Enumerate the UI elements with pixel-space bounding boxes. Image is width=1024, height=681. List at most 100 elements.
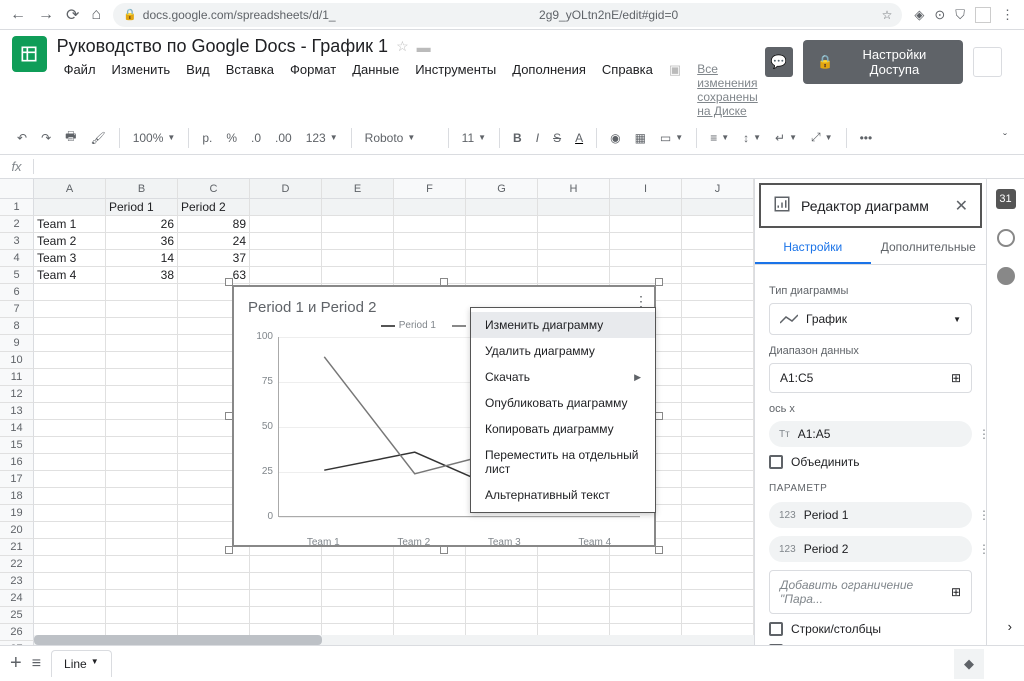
cell[interactable] <box>394 573 466 590</box>
toolbar-more[interactable]: ••• <box>855 127 878 149</box>
cell[interactable] <box>106 403 178 420</box>
cell[interactable] <box>106 454 178 471</box>
cell[interactable]: 24 <box>178 233 250 250</box>
ctx-item[interactable]: Изменить диаграмму <box>471 312 655 338</box>
calendar-icon[interactable]: 31 <box>996 189 1016 209</box>
row-header[interactable]: 14 <box>0 420 34 437</box>
star-doc-icon[interactable]: ☆ <box>396 38 409 55</box>
print-icon[interactable]: 🖶 <box>60 123 81 152</box>
row-header[interactable]: 3 <box>0 233 34 250</box>
cell[interactable] <box>34 284 106 301</box>
cell[interactable] <box>250 267 322 284</box>
cell[interactable] <box>466 250 538 267</box>
menu-addons[interactable]: Дополнения <box>505 59 593 121</box>
cell[interactable] <box>34 386 106 403</box>
cell[interactable] <box>322 250 394 267</box>
cell[interactable] <box>682 284 754 301</box>
col-header[interactable]: I <box>610 179 682 199</box>
font-select[interactable]: Roboto▼ <box>360 128 440 148</box>
cell[interactable] <box>106 471 178 488</box>
back-icon[interactable]: ← <box>10 6 26 24</box>
cell[interactable] <box>394 607 466 624</box>
row-header[interactable]: 5 <box>0 267 34 284</box>
cell[interactable] <box>106 590 178 607</box>
cell[interactable] <box>34 607 106 624</box>
cell[interactable] <box>682 471 754 488</box>
col-header[interactable]: G <box>466 179 538 199</box>
doc-title[interactable]: Руководство по Google Docs - График 1 <box>57 36 389 57</box>
cell[interactable] <box>682 250 754 267</box>
star-icon[interactable]: ☆ <box>882 8 893 22</box>
show-side-panel-icon[interactable]: › <box>1008 619 1012 634</box>
cell[interactable] <box>322 233 394 250</box>
cell[interactable] <box>106 437 178 454</box>
col-header[interactable]: J <box>682 179 754 199</box>
cell[interactable] <box>322 607 394 624</box>
row-header[interactable]: 12 <box>0 386 34 403</box>
cell[interactable] <box>538 556 610 573</box>
cell[interactable]: 37 <box>178 250 250 267</box>
chip-menu-icon[interactable]: ⋮ <box>978 542 986 556</box>
cell[interactable] <box>250 250 322 267</box>
cell[interactable] <box>106 369 178 386</box>
numfmt-select[interactable]: 123▼ <box>301 128 343 148</box>
data-range-input[interactable]: A1:C5 ⊞ <box>769 363 972 393</box>
col-header[interactable]: H <box>538 179 610 199</box>
cell[interactable] <box>250 233 322 250</box>
series-1-chip[interactable]: 123 Period 1 ⋮ <box>769 502 972 528</box>
cell[interactable] <box>466 216 538 233</box>
merge-icon[interactable]: ▭▼ <box>655 128 688 148</box>
zoom-select[interactable]: 100%▼ <box>128 128 181 148</box>
cell[interactable] <box>34 318 106 335</box>
cell[interactable] <box>34 505 106 522</box>
cell[interactable] <box>610 250 682 267</box>
cell[interactable] <box>106 539 178 556</box>
cell[interactable] <box>34 488 106 505</box>
row-header[interactable]: 20 <box>0 522 34 539</box>
close-icon[interactable]: ✕ <box>955 196 968 216</box>
tab-setup[interactable]: Настройки <box>755 232 871 264</box>
chart-type-select[interactable]: График ▼ <box>769 303 972 335</box>
cell[interactable] <box>682 437 754 454</box>
saved-label[interactable]: Все изменения сохранены на Диске <box>690 59 765 121</box>
col-header[interactable]: D <box>250 179 322 199</box>
cell[interactable] <box>34 556 106 573</box>
cell[interactable] <box>34 573 106 590</box>
cell[interactable] <box>106 607 178 624</box>
chip-menu-icon[interactable]: ⋮ <box>978 427 986 441</box>
cell[interactable] <box>250 590 322 607</box>
menu-insert[interactable]: Вставка <box>219 59 281 121</box>
undo-icon[interactable]: ↶ <box>12 127 32 149</box>
cell[interactable] <box>466 573 538 590</box>
row-header[interactable]: 11 <box>0 369 34 386</box>
ctx-item[interactable]: Удалить диаграмму <box>471 338 655 364</box>
menu-data[interactable]: Данные <box>345 59 406 121</box>
cell[interactable] <box>610 216 682 233</box>
redo-icon[interactable]: ↷ <box>36 127 56 149</box>
row-header[interactable]: 25 <box>0 607 34 624</box>
cell[interactable] <box>106 318 178 335</box>
row-header[interactable]: 26 <box>0 624 34 641</box>
switch-rows-cols[interactable]: Строки/столбцы <box>769 622 972 636</box>
cell[interactable] <box>106 522 178 539</box>
cell[interactable] <box>682 607 754 624</box>
cell[interactable]: Team 3 <box>34 250 106 267</box>
ext-icon-2[interactable]: ⊙ <box>934 7 945 23</box>
cell[interactable] <box>538 607 610 624</box>
cell[interactable] <box>682 403 754 420</box>
row-header[interactable]: 4 <box>0 250 34 267</box>
explore-button[interactable]: ◆ <box>954 649 984 679</box>
col-header[interactable]: F <box>394 179 466 199</box>
borders-icon[interactable]: ▦ <box>630 127 651 149</box>
cell[interactable] <box>610 556 682 573</box>
cell[interactable] <box>34 369 106 386</box>
cell[interactable] <box>682 199 754 216</box>
cell[interactable]: 89 <box>178 216 250 233</box>
rotate-icon[interactable]: ⤢▼ <box>806 127 838 148</box>
account-avatar[interactable] <box>973 47 1002 77</box>
cell[interactable] <box>178 556 250 573</box>
menu-tools[interactable]: Инструменты <box>408 59 503 121</box>
valign-icon[interactable]: ↕▼ <box>738 128 766 148</box>
cell[interactable] <box>394 267 466 284</box>
cell[interactable] <box>682 505 754 522</box>
